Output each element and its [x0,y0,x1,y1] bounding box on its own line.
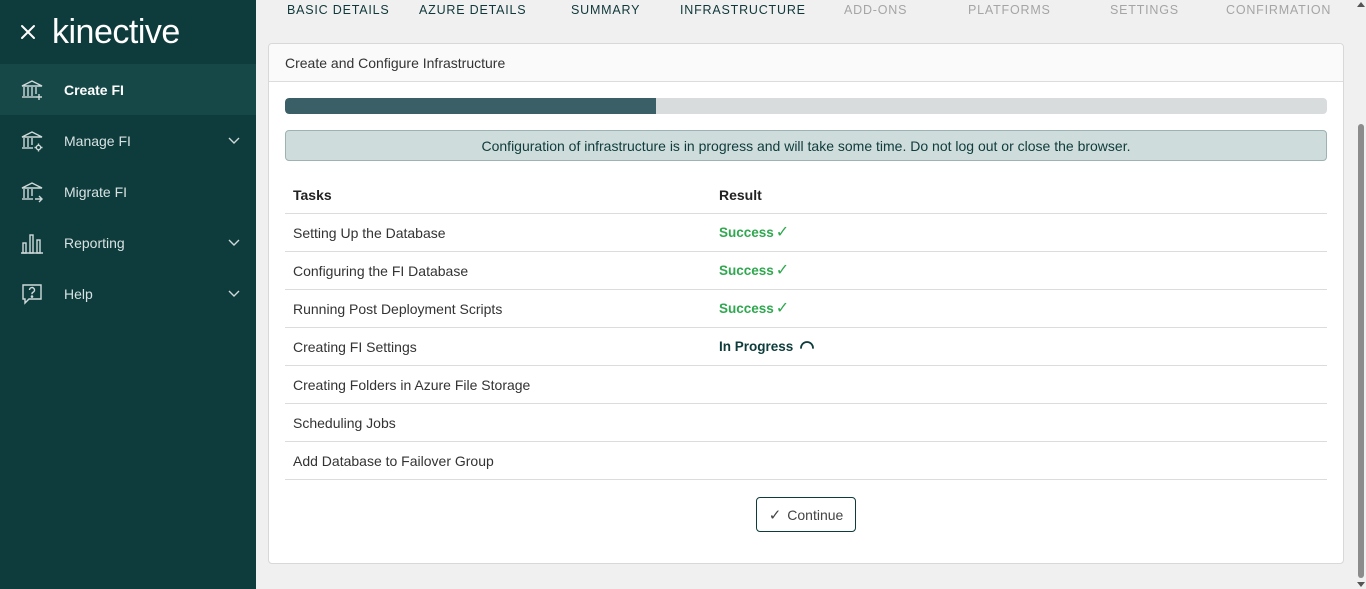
status-text: Success [719,301,774,316]
table-row: Creating Folders in Azure File Storage [285,366,1327,404]
status-in-progress: In Progress [719,339,815,354]
step-azure-details[interactable]: AZURE DETAILS [419,3,526,17]
spinner-icon [800,340,815,349]
task-name: Scheduling Jobs [293,414,396,431]
brand-bar: kinective [0,0,256,64]
continue-label: Continue [787,506,844,523]
continue-button[interactable]: ✓ Continue [756,497,856,532]
task-result: In Progress [719,339,1327,354]
status-success: Success ✓ [719,223,790,241]
status-text: Success [719,225,774,240]
check-icon: ✓ [775,299,790,317]
table-row: Creating FI Settings In Progress [285,328,1327,366]
progress-bar [285,98,1327,114]
help-icon [20,282,44,306]
tasks-table: Tasks Result Setting Up the Database Suc… [285,176,1327,480]
task-name: Setting Up the Database [293,224,446,241]
step-summary[interactable]: SUMMARY [571,3,640,17]
check-icon: ✓ [775,223,790,241]
sidebar-nav: Create FI Manage FI Migrate FI Reporting [0,64,256,319]
check-icon: ✓ [775,261,790,279]
status-success: Success ✓ [719,261,790,279]
table-row: Scheduling Jobs [285,404,1327,442]
status-text: Success [719,263,774,278]
table-row: Configuring the FI Database Success ✓ [285,252,1327,290]
task-name: Configuring the FI Database [293,262,469,279]
wizard-steps: BASIC DETAILS AZURE DETAILS SUMMARY INFR… [256,0,1356,22]
status-text: In Progress [719,339,794,354]
kinective-logo: kinective [52,13,180,51]
chevron-down-icon [228,237,240,249]
column-header-result: Result [719,186,762,203]
task-name: Running Post Deployment Scripts [293,300,503,317]
progress-bar-fill [285,98,656,114]
column-header-tasks: Tasks [293,186,332,203]
bank-gear-icon [20,129,44,153]
task-result: Success ✓ [719,223,1327,241]
card-title: Create and Configure Infrastructure [269,44,1343,82]
step-confirmation: CONFIRMATION [1226,3,1332,17]
sidebar-item-label: Help [64,285,93,302]
task-name: Add Database to Failover Group [293,452,494,469]
table-row: Add Database to Failover Group [285,442,1327,480]
task-name: Creating FI Settings [293,338,417,355]
info-alert: Configuration of infrastructure is in pr… [285,130,1327,161]
page-scrollbar[interactable] [1356,0,1366,589]
step-settings: SETTINGS [1110,3,1179,17]
close-icon[interactable] [18,22,38,42]
sidebar-item-label: Reporting [64,234,125,251]
step-add-ons: ADD-ONS [844,3,908,17]
scroll-up-arrow-icon[interactable] [1357,2,1365,7]
table-row: Running Post Deployment Scripts Success ✓ [285,290,1327,328]
scroll-down-arrow-icon[interactable] [1357,582,1365,587]
sidebar-item-reporting[interactable]: Reporting [0,217,256,268]
sidebar-item-help[interactable]: Help [0,268,256,319]
status-success: Success ✓ [719,299,790,317]
task-result: Success ✓ [719,261,1327,279]
sidebar-item-create-fi[interactable]: Create FI [0,64,256,115]
chevron-down-icon [228,135,240,147]
sidebar-item-label: Create FI [64,81,124,98]
table-header: Tasks Result [285,176,1327,214]
scrollbar-thumb[interactable] [1358,124,1364,578]
chevron-down-icon [228,288,240,300]
sidebar: kinective Create FI Manage FI Migrate FI [0,0,256,589]
task-result: Success ✓ [719,299,1327,317]
table-row: Setting Up the Database Success ✓ [285,214,1327,252]
bar-chart-icon [20,231,44,255]
check-icon: ✓ [768,506,782,524]
bank-add-icon [20,78,44,102]
step-platforms: PLATFORMS [968,3,1051,17]
bank-arrow-icon [20,180,44,204]
sidebar-item-migrate-fi[interactable]: Migrate FI [0,166,256,217]
sidebar-item-label: Migrate FI [64,183,128,200]
sidebar-item-label: Manage FI [64,132,131,149]
infrastructure-card: Create and Configure Infrastructure Conf… [268,43,1344,564]
step-infrastructure[interactable]: INFRASTRUCTURE [680,3,806,17]
step-basic-details[interactable]: BASIC DETAILS [287,3,390,17]
sidebar-item-manage-fi[interactable]: Manage FI [0,115,256,166]
task-name: Creating Folders in Azure File Storage [293,376,531,393]
